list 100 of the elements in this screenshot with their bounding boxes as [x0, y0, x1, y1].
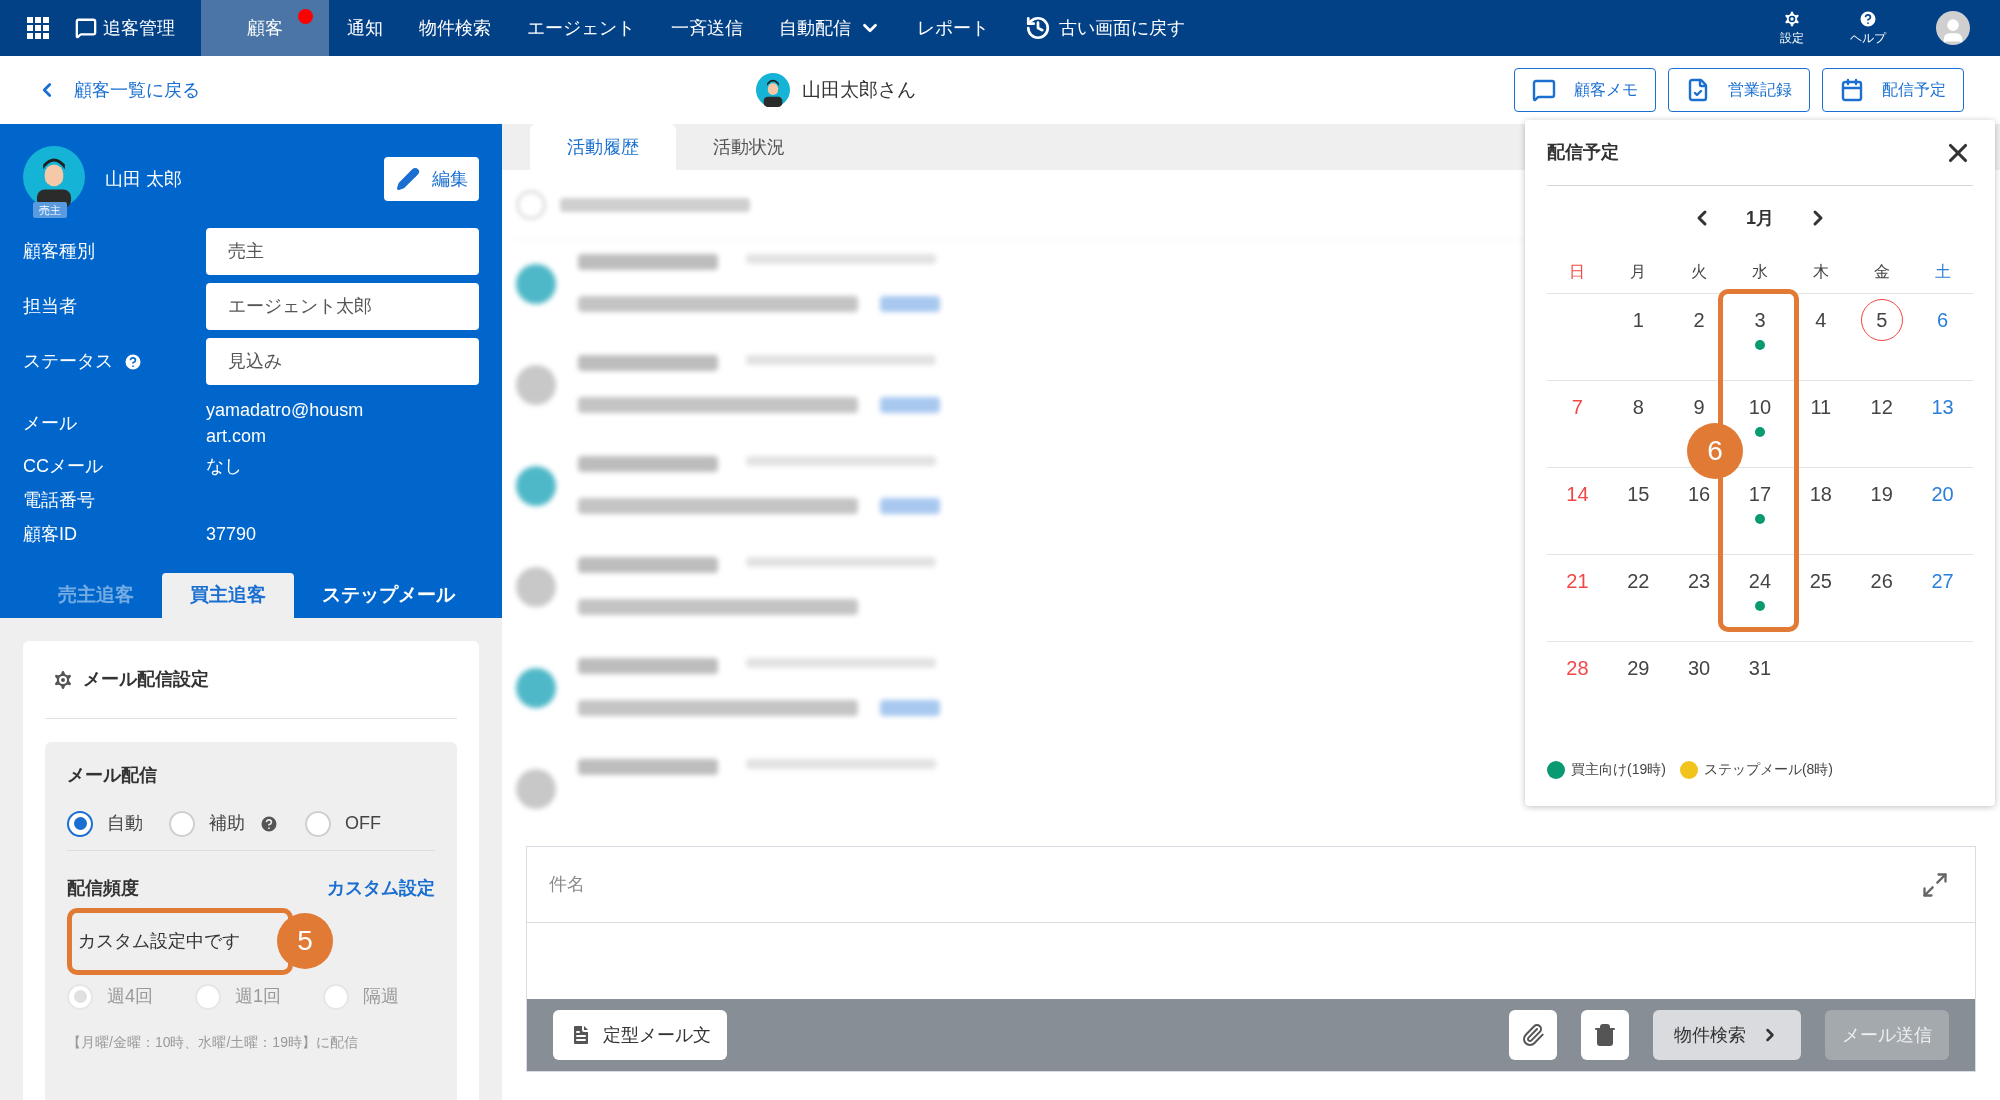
info-label: 電話番号: [23, 488, 96, 512]
calendar-day[interactable]: 24: [1748, 567, 1772, 595]
calendar-day[interactable]: 25: [1809, 567, 1832, 595]
property-search-button[interactable]: 物件検索: [1653, 1010, 1801, 1060]
info-label: メール: [23, 411, 78, 435]
field-label: 担当者: [23, 295, 77, 318]
calendar-day[interactable]: 17: [1748, 480, 1772, 508]
nav-tab[interactable]: 古い画面に戻す: [1007, 0, 1203, 56]
month-label: 1月: [1746, 206, 1774, 230]
nav-tab[interactable]: 通知: [329, 0, 401, 56]
app-grid-icon[interactable]: [27, 17, 49, 39]
nav-tab[interactable]: 物件検索: [401, 0, 509, 56]
panel-tab[interactable]: 買主追客: [162, 573, 294, 618]
calendar-day[interactable]: 3: [1754, 306, 1766, 334]
user-avatar[interactable]: [1936, 11, 1970, 45]
calendar-day[interactable]: 14: [1566, 480, 1589, 508]
nav-tab[interactable]: 顧客: [201, 0, 329, 56]
schedule-note: 【月曜/金曜：10時、水曜/土曜：19時】に配信: [67, 1033, 359, 1052]
calendar-day[interactable]: 16: [1688, 480, 1711, 508]
radio-label: 週1回: [235, 985, 282, 1008]
subject-field[interactable]: 件名: [527, 847, 1921, 922]
calendar-day[interactable]: 10: [1748, 393, 1772, 421]
edit-button[interactable]: 編集: [384, 157, 479, 201]
header-button[interactable]: 営業記録: [1668, 68, 1810, 112]
trash-icon: [1593, 1023, 1617, 1047]
customer-avatar: [756, 73, 790, 107]
calendar-day[interactable]: 31: [1748, 654, 1772, 682]
header-button[interactable]: 配信予定: [1822, 68, 1964, 112]
popup-title: 配信予定: [1547, 141, 1619, 164]
memo-icon: [1532, 78, 1556, 102]
attach-button[interactable]: [1509, 1010, 1557, 1060]
calendar-day[interactable]: 26: [1870, 567, 1893, 595]
calendar-day[interactable]: 2: [1693, 306, 1705, 334]
calendar-day[interactable]: 30: [1688, 654, 1711, 682]
field-label: ステータス: [23, 350, 113, 373]
radio-label: 自動: [107, 812, 143, 835]
calendar-day[interactable]: 19: [1870, 480, 1893, 508]
weekday-label: 日: [1568, 261, 1587, 282]
role-badge: 売主: [33, 202, 67, 218]
calendar-day[interactable]: 1: [1632, 306, 1644, 334]
back-link[interactable]: 顧客一覧に戻る: [36, 76, 756, 104]
customer-name: 山田 太郎: [105, 167, 182, 191]
help-button[interactable]: ヘルプ: [1830, 0, 1906, 56]
pencil-icon: [395, 167, 420, 191]
calendar-day[interactable]: 22: [1627, 567, 1650, 595]
help-icon: [1858, 9, 1878, 29]
section-label: 配信頻度: [67, 877, 139, 900]
settings-button[interactable]: 設定: [1754, 0, 1830, 56]
calendar-day[interactable]: 4: [1815, 306, 1827, 334]
calendar-icon: [1840, 78, 1864, 102]
calendar-day[interactable]: 11: [1810, 393, 1832, 421]
calendar-day[interactable]: 6: [1937, 306, 1949, 334]
weekday-label: 木: [1811, 261, 1830, 282]
expand-icon[interactable]: [1921, 870, 1949, 899]
calendar-day[interactable]: 23: [1688, 567, 1711, 595]
custom-settings-link[interactable]: カスタム設定: [327, 875, 435, 902]
text-field[interactable]: エージェント太郎: [206, 283, 479, 330]
email-composer[interactable]: 件名 定型メール文 物件検索 メール送信: [526, 846, 1976, 1072]
delete-button[interactable]: [1581, 1010, 1629, 1060]
nav-tab[interactable]: 自動配信: [761, 0, 899, 56]
text-field[interactable]: 見込み: [206, 338, 479, 385]
calendar-day[interactable]: 12: [1870, 393, 1893, 421]
calendar-day[interactable]: 28: [1566, 654, 1589, 682]
calendar-day[interactable]: 18: [1809, 480, 1832, 508]
legend-label: 買主向け(19時): [1571, 760, 1666, 779]
info-value: 37790: [206, 523, 258, 546]
nav-tab[interactable]: レポート: [899, 0, 1007, 56]
panel-tab[interactable]: ステップメール: [294, 573, 483, 618]
restore-icon: [1025, 15, 1051, 41]
nav-tab[interactable]: エージェント: [509, 0, 653, 56]
activity-tab[interactable]: 活動状況: [676, 124, 822, 170]
custom-note: カスタム設定中です: [78, 930, 240, 953]
template-button[interactable]: 定型メール文: [553, 1010, 727, 1060]
callout-badge: 5: [277, 913, 333, 969]
text-field[interactable]: 売主: [206, 228, 479, 275]
info-value: なし: [206, 455, 243, 478]
app-title[interactable]: 追客管理: [103, 14, 175, 42]
calendar-day[interactable]: 9: [1693, 393, 1705, 421]
header-button[interactable]: 顧客メモ: [1514, 68, 1656, 112]
info-value: yamadatro@housmart.com: [206, 399, 365, 448]
paperclip-icon: [1521, 1023, 1545, 1047]
calendar-day[interactable]: 21: [1566, 567, 1589, 595]
weekday-label: 金: [1872, 261, 1891, 282]
calendar-day[interactable]: 29: [1627, 654, 1650, 682]
calendar-day[interactable]: 27: [1931, 567, 1954, 595]
activity-tab[interactable]: 活動履歴: [530, 124, 676, 170]
radio-label: 週4回: [107, 985, 153, 1008]
calendar-day[interactable]: 20: [1931, 480, 1954, 508]
calendar-day[interactable]: 7: [1571, 393, 1583, 421]
record-icon: [1686, 78, 1710, 102]
radio-button[interactable]: [67, 810, 93, 837]
info-label: 顧客ID: [23, 522, 78, 546]
radio-label: 隔週: [363, 985, 400, 1008]
calendar-day[interactable]: 8: [1632, 393, 1644, 421]
help-icon[interactable]: [123, 351, 143, 372]
legend-label: ステップメール(8時): [1703, 760, 1834, 779]
calendar-day[interactable]: 13: [1931, 393, 1954, 421]
calendar-day[interactable]: 15: [1627, 480, 1650, 508]
nav-tab[interactable]: 一斉送信: [653, 0, 761, 56]
customer-name: 山田太郎さん: [802, 77, 916, 102]
